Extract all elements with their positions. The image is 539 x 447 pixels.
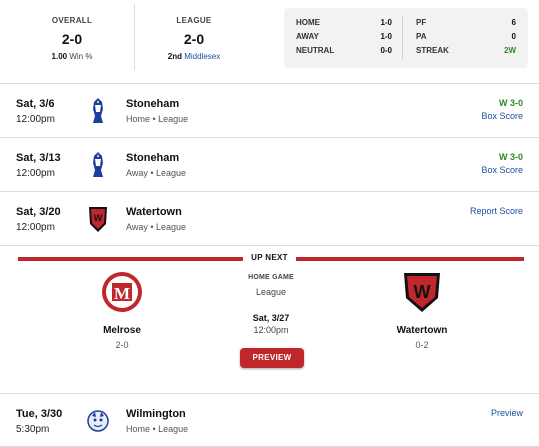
points-column: PF 6 PA 0 STREAK 2W xyxy=(416,18,516,60)
points-for: PF 6 xyxy=(416,18,516,27)
game-time: 5:30pm xyxy=(16,424,50,435)
game-result: W 3-0 xyxy=(498,98,523,108)
wilmington-logo-icon xyxy=(87,410,109,432)
game-date: Tue, 3/30 xyxy=(16,408,63,420)
game-date: Sat, 3/20 xyxy=(16,206,61,218)
away-team-name: Watertown xyxy=(396,325,448,336)
stoneham-logo-icon xyxy=(93,152,103,177)
splits-box: HOME 1-0 AWAY 1-0 NEUTRAL 0-0 PF 6 PA 0 STREA… xyxy=(284,8,528,68)
svg-text:W: W xyxy=(414,282,431,302)
home-team[interactable]: M Melrose 2-0 xyxy=(67,270,177,350)
split-home: HOME 1-0 xyxy=(296,18,392,27)
game-info: HOME GAME League Sat, 3/27 12:00pm xyxy=(219,274,323,335)
box-score-link[interactable]: Box Score xyxy=(481,165,523,175)
split-away: AWAY 1-0 xyxy=(296,32,392,41)
watertown-logo-icon: W xyxy=(89,207,107,232)
opponent-name[interactable]: Watertown xyxy=(126,206,182,218)
league-record: LEAGUE 2-0 2nd Middlesex xyxy=(134,16,254,61)
game-date: Sat, 3/13 xyxy=(16,152,61,164)
game-meta: Away • League xyxy=(126,222,187,232)
watertown-logo-icon: W xyxy=(404,273,440,312)
game-time: 12:00pm xyxy=(16,114,55,125)
game-row[interactable]: Tue, 3/30 5:30pm Wilmington Home • Leagu… xyxy=(0,393,539,447)
opponent-name[interactable]: Stoneham xyxy=(126,98,179,110)
up-next-card: UP NEXT M Melrose 2-0 HOME GAME League S… xyxy=(0,244,539,394)
box-divider xyxy=(402,16,403,60)
overall-value: 2-0 xyxy=(61,31,83,47)
melrose-logo-icon: M xyxy=(102,272,142,312)
league-link[interactable]: Middlesex xyxy=(184,52,220,61)
game-date: Sat, 3/6 xyxy=(16,98,55,110)
game-time: 12:00pm xyxy=(16,168,55,179)
game-type: HOME GAME xyxy=(248,274,294,281)
win-pct: 1.00 Win % xyxy=(51,52,93,61)
preview-button[interactable]: PREVIEW xyxy=(240,348,304,368)
league-label: LEAGUE xyxy=(176,16,212,25)
home-team-record: 2-0 xyxy=(115,340,129,350)
next-game-date: Sat, 3/27 xyxy=(252,313,290,323)
preview-link[interactable]: Preview xyxy=(491,408,523,418)
points-against: PA 0 xyxy=(416,32,516,41)
box-score-link[interactable]: Box Score xyxy=(481,111,523,121)
stoneham-logo-icon xyxy=(93,98,103,123)
away-team[interactable]: W Watertown 0-2 xyxy=(367,270,477,350)
home-team-name: Melrose xyxy=(103,325,141,336)
game-result: W 3-0 xyxy=(498,152,523,162)
splits-column: HOME 1-0 AWAY 1-0 NEUTRAL 0-0 xyxy=(296,18,392,60)
league-value: 2-0 xyxy=(183,31,205,47)
report-score-link[interactable]: Report Score xyxy=(470,206,523,216)
split-neutral: NEUTRAL 0-0 xyxy=(296,46,392,55)
game-meta: Home • League xyxy=(126,424,189,434)
season-summary: OVERALL 2-0 1.00 Win % LEAGUE 2-0 2nd Mi… xyxy=(0,0,539,84)
next-game-time: 12:00pm xyxy=(253,325,289,335)
league-standing: 2nd Middlesex xyxy=(167,52,221,61)
away-team-record: 0-2 xyxy=(415,340,429,350)
opponent-name[interactable]: Stoneham xyxy=(126,152,179,164)
svg-text:M: M xyxy=(114,284,130,303)
game-row[interactable]: Sat, 3/6 12:00pm Stoneham Home • League … xyxy=(0,84,539,138)
game-meta: Away • League xyxy=(126,168,187,178)
game-row[interactable]: Sat, 3/13 12:00pm Stoneham Away • League… xyxy=(0,138,539,192)
opponent-name[interactable]: Wilmington xyxy=(126,408,186,420)
up-next-label: UP NEXT xyxy=(243,251,296,265)
game-time: 12:00pm xyxy=(16,222,55,233)
game-league: League xyxy=(255,287,287,297)
game-meta: Home • League xyxy=(126,114,189,124)
overall-label: OVERALL xyxy=(51,16,93,25)
streak: STREAK 2W xyxy=(416,46,516,55)
overall-record: OVERALL 2-0 1.00 Win % xyxy=(12,16,132,61)
svg-text:W: W xyxy=(94,213,103,223)
game-row[interactable]: Sat, 3/20 12:00pm W Watertown Away • Lea… xyxy=(0,192,539,246)
